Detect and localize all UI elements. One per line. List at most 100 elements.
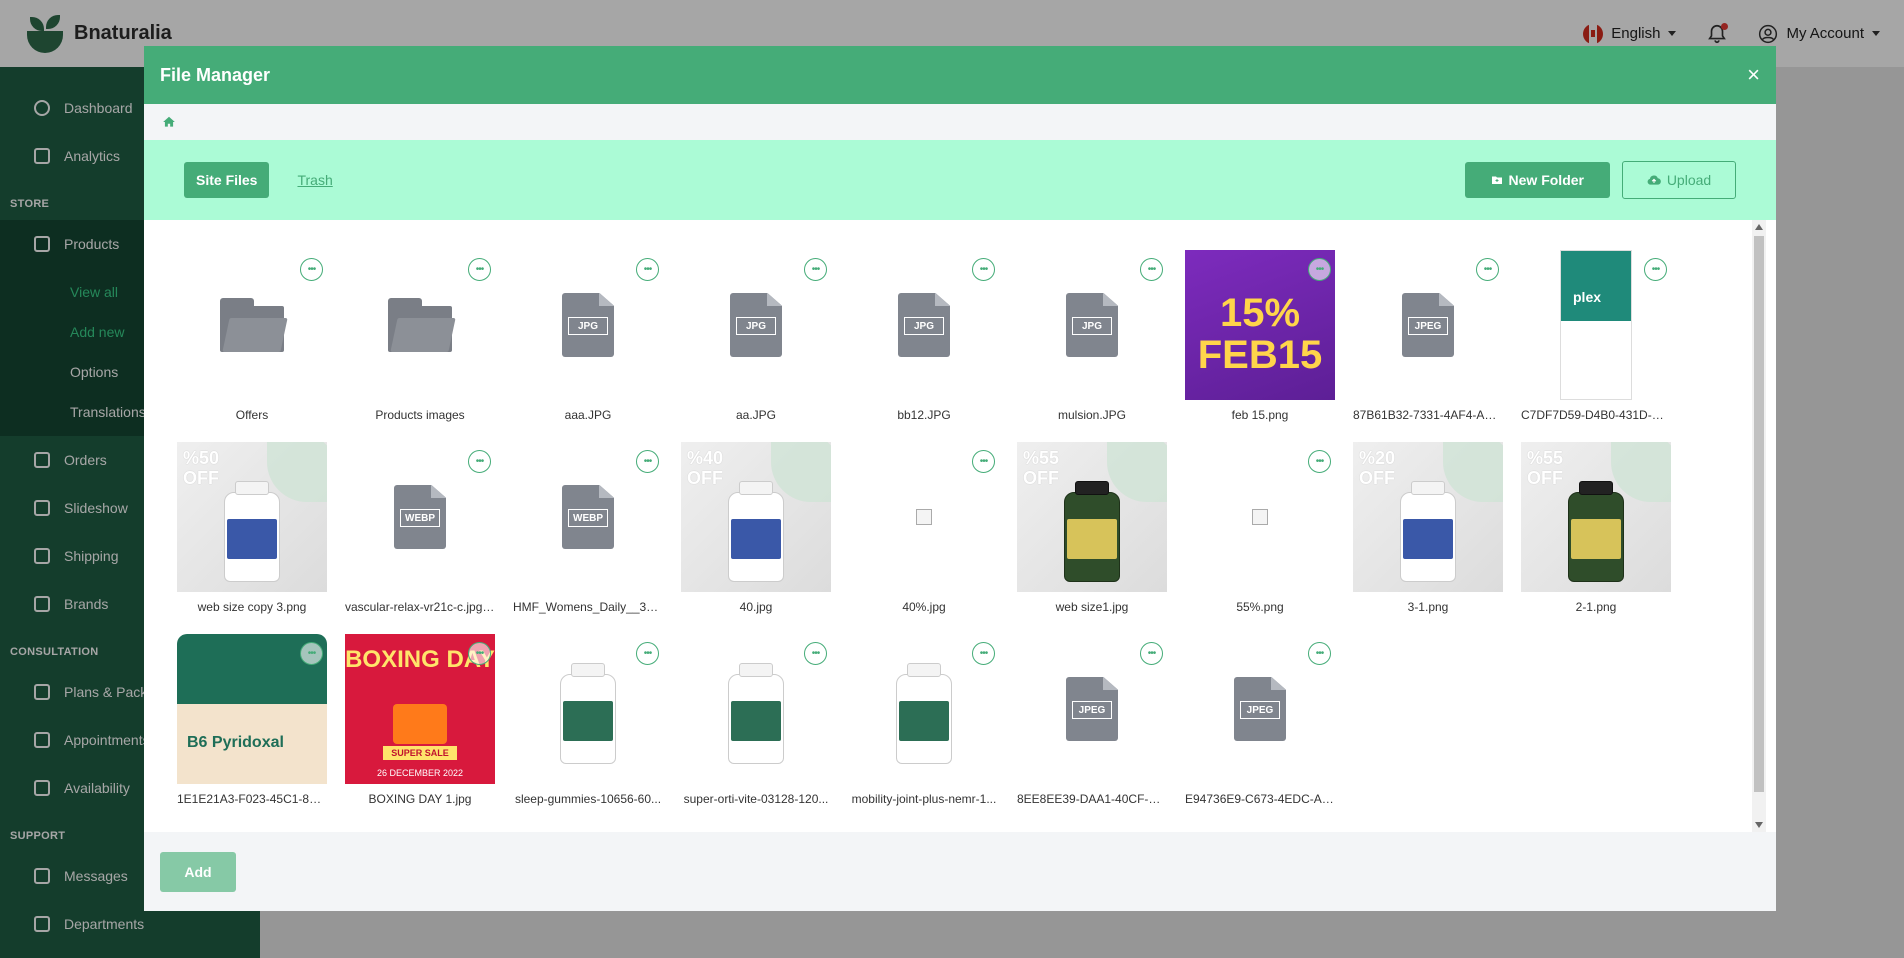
scroll-down-arrow-icon[interactable] <box>1755 822 1763 828</box>
more-options-icon[interactable]: ••• <box>1476 258 1499 281</box>
close-icon[interactable]: × <box>1747 64 1760 86</box>
file-extension: JPEG <box>1072 701 1112 719</box>
image-text: 15% <box>1219 291 1301 335</box>
file-thumbnail[interactable]: 15% FEB15 ••• <box>1185 250 1335 400</box>
file-thumbnail[interactable]: JPG ••• <box>849 250 999 400</box>
file-name: 40.jpg <box>739 600 773 614</box>
home-icon[interactable] <box>162 115 176 129</box>
more-options-icon[interactable]: ••• <box>468 450 491 473</box>
file-tile[interactable]: ••• 40%.jpg <box>849 442 999 624</box>
file-thumbnail[interactable]: JPG ••• <box>681 250 831 400</box>
file-thumbnail[interactable]: WEBP ••• <box>345 442 495 592</box>
file-thumbnail[interactable]: ••• <box>345 250 495 400</box>
more-options-icon[interactable]: ••• <box>804 258 827 281</box>
file-tile[interactable]: ••• super-orti-vite-03128-120... <box>681 634 831 816</box>
file-tile[interactable]: WEBP ••• HMF_Womens_Daily__396... <box>513 442 663 624</box>
more-options-icon[interactable]: ••• <box>972 450 995 473</box>
more-options-icon[interactable]: ••• <box>1644 258 1667 281</box>
file-tile[interactable]: %55 OFF web size1.jpg <box>1017 442 1167 624</box>
add-button[interactable]: Add <box>160 851 236 892</box>
more-options-icon[interactable]: ••• <box>636 450 659 473</box>
file-tile[interactable]: WEBP ••• vascular-relax-vr21c-c.jpg.... <box>345 442 495 624</box>
more-options-icon[interactable]: ••• <box>636 258 659 281</box>
more-options-icon[interactable]: ••• <box>804 642 827 665</box>
file-thumbnail[interactable]: %20 OFF <box>1353 442 1503 592</box>
more-options-icon[interactable]: ••• <box>300 642 323 665</box>
site-files-tab[interactable]: Site Files <box>184 162 270 198</box>
file-thumbnail[interactable]: B6 Pyridoxal ••• <box>177 634 327 784</box>
file-tile[interactable]: %55 OFF 2-1.png <box>1521 442 1671 624</box>
scroll-up-arrow-icon[interactable] <box>1755 224 1763 230</box>
more-options-icon[interactable]: ••• <box>1140 642 1163 665</box>
file-name: mobility-joint-plus-nemr-1... <box>851 792 997 806</box>
file-thumbnail[interactable]: plex ••• <box>1521 250 1671 400</box>
file-tile[interactable]: JPEG ••• 87B61B32-7331-4AF4-ACO... <box>1353 250 1503 432</box>
file-thumbnail[interactable]: JPEG ••• <box>1353 250 1503 400</box>
file-thumbnail[interactable]: BOXING DAY SUPER SALE 26 DECEMBER 2022 ••• <box>345 634 495 784</box>
file-name: bb12.JPG <box>897 408 951 422</box>
file-icon: JPEG <box>1402 293 1454 357</box>
file-thumbnail[interactable]: %50 OFF <box>177 442 327 592</box>
file-tile[interactable]: ••• mobility-joint-plus-nemr-1... <box>849 634 999 816</box>
file-icon: JPEG <box>1066 677 1118 741</box>
image-preview: %50 OFF <box>177 442 327 592</box>
file-thumbnail[interactable]: JPEG ••• <box>1185 634 1335 784</box>
file-tile[interactable]: ••• Offers <box>177 250 327 432</box>
more-options-icon[interactable]: ••• <box>468 258 491 281</box>
file-thumbnail[interactable]: WEBP ••• <box>513 442 663 592</box>
more-options-icon[interactable]: ••• <box>972 642 995 665</box>
file-name: feb 15.png <box>1231 408 1289 422</box>
more-options-icon[interactable]: ••• <box>636 642 659 665</box>
file-toolbar: Site Files Trash New Folder Upload <box>144 140 1776 220</box>
file-thumbnail[interactable]: ••• <box>849 634 999 784</box>
file-tile[interactable]: ••• 55%.png <box>1185 442 1335 624</box>
file-name: 3-1.png <box>1407 600 1449 614</box>
file-tile[interactable]: JPG ••• aaa.JPG <box>513 250 663 432</box>
trash-tab[interactable]: Trash <box>297 172 332 188</box>
file-tile[interactable]: 15% FEB15 ••• feb 15.png <box>1185 250 1335 432</box>
scrollbar[interactable] <box>1752 220 1766 832</box>
file-thumbnail[interactable]: %55 OFF <box>1521 442 1671 592</box>
file-tile[interactable]: %20 OFF 3-1.png <box>1353 442 1503 624</box>
folder-icon <box>220 298 288 352</box>
file-thumbnail[interactable]: %55 OFF <box>1017 442 1167 592</box>
file-tile[interactable]: %40 OFF 40.jpg <box>681 442 831 624</box>
file-thumbnail[interactable]: ••• <box>681 634 831 784</box>
file-thumbnail[interactable]: ••• <box>1185 442 1335 592</box>
upload-button[interactable]: Upload <box>1622 161 1736 199</box>
more-options-icon[interactable]: ••• <box>1308 258 1331 281</box>
image-text: SUPER SALE <box>383 746 457 760</box>
file-tile[interactable]: JPEG ••• E94736E9-C673-4EDC-AO... <box>1185 634 1335 816</box>
file-tile[interactable]: %50 OFF web size copy 3.png <box>177 442 327 624</box>
file-tile[interactable]: plex ••• C7DF7D59-D4B0-431D-A7... <box>1521 250 1671 432</box>
more-options-icon[interactable]: ••• <box>468 642 491 665</box>
file-icon: JPG <box>562 293 614 357</box>
file-thumbnail[interactable]: %40 OFF <box>681 442 831 592</box>
scrollbar-thumb[interactable] <box>1754 236 1764 792</box>
file-thumbnail[interactable]: ••• <box>177 250 327 400</box>
more-options-icon[interactable]: ••• <box>300 258 323 281</box>
more-options-icon[interactable]: ••• <box>1308 450 1331 473</box>
file-tile[interactable]: JPG ••• bb12.JPG <box>849 250 999 432</box>
upload-label: Upload <box>1666 172 1712 188</box>
new-folder-button[interactable]: New Folder <box>1464 162 1610 198</box>
more-options-icon[interactable]: ••• <box>972 258 995 281</box>
file-tile[interactable]: ••• Products images <box>345 250 495 432</box>
file-tile[interactable]: B6 Pyridoxal ••• 1E1E21A3-F023-45C1-815B..… <box>177 634 327 816</box>
file-tile[interactable]: JPG ••• mulsion.JPG <box>1017 250 1167 432</box>
file-thumbnail[interactable]: JPG ••• <box>513 250 663 400</box>
file-thumbnail[interactable]: ••• <box>513 634 663 784</box>
file-tile[interactable]: JPG ••• aa.JPG <box>681 250 831 432</box>
file-thumbnail[interactable]: ••• <box>849 442 999 592</box>
more-options-icon[interactable]: ••• <box>1140 258 1163 281</box>
file-tile[interactable]: JPEG ••• 8EE8EE39-DAA1-40CF-AO... <box>1017 634 1167 816</box>
image-preview: plex <box>1560 250 1632 400</box>
file-thumbnail[interactable]: JPG ••• <box>1017 250 1167 400</box>
file-tile[interactable]: BOXING DAY SUPER SALE 26 DECEMBER 2022 ••• B… <box>345 634 495 816</box>
file-tile[interactable]: ••• sleep-gummies-10656-60... <box>513 634 663 816</box>
file-extension: JPEG <box>1408 317 1448 335</box>
file-icon: JPG <box>898 293 950 357</box>
folder-icon <box>388 298 456 352</box>
file-thumbnail[interactable]: JPEG ••• <box>1017 634 1167 784</box>
more-options-icon[interactable]: ••• <box>1308 642 1331 665</box>
